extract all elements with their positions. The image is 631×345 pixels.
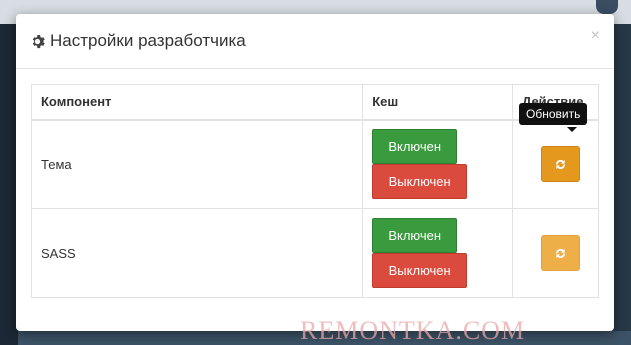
cache-enabled-button[interactable]: Включен (372, 218, 458, 253)
cache-disabled-button[interactable]: Выключен (372, 253, 468, 288)
gear-icon (32, 34, 45, 48)
component-name: SASS (30, 208, 364, 298)
table-row: Тема Включен Выключен (30, 119, 599, 209)
refresh-tooltip: Обновить (519, 103, 588, 125)
refresh-button[interactable] (540, 235, 580, 271)
action-cell (512, 208, 599, 298)
cache-disabled-button[interactable]: Выключен (372, 164, 468, 200)
cache-cell: Включен Выключен (362, 119, 514, 209)
watermark-text: REMONTKA.COM (300, 316, 526, 345)
close-icon[interactable]: × (591, 27, 600, 45)
developer-settings-modal: Настройки разработчика × Компонент Кеш Д… (16, 14, 614, 331)
table-row: SASS Включен Выключен (30, 208, 599, 298)
cache-enabled-button[interactable]: Включен (372, 129, 458, 165)
table-header-row: Компонент Кеш Действие (30, 84, 599, 121)
action-cell (512, 119, 599, 209)
refresh-button[interactable] (540, 146, 580, 183)
column-header-cache: Кеш (362, 84, 514, 121)
cache-cell: Включен Выключен (362, 208, 514, 298)
column-header-component: Компонент (30, 84, 364, 121)
tooltip-arrow (567, 127, 577, 132)
background-avatar (596, 0, 618, 14)
components-table: Компонент Кеш Действие Тема Включен Выкл… (30, 84, 599, 298)
refresh-icon (555, 159, 565, 169)
refresh-icon (555, 248, 565, 258)
modal-title: Настройки разработчика (30, 31, 246, 51)
modal-header: Настройки разработчика × (16, 14, 614, 69)
component-name: Тема (30, 119, 364, 209)
modal-title-text: Настройки разработчика (50, 31, 246, 50)
